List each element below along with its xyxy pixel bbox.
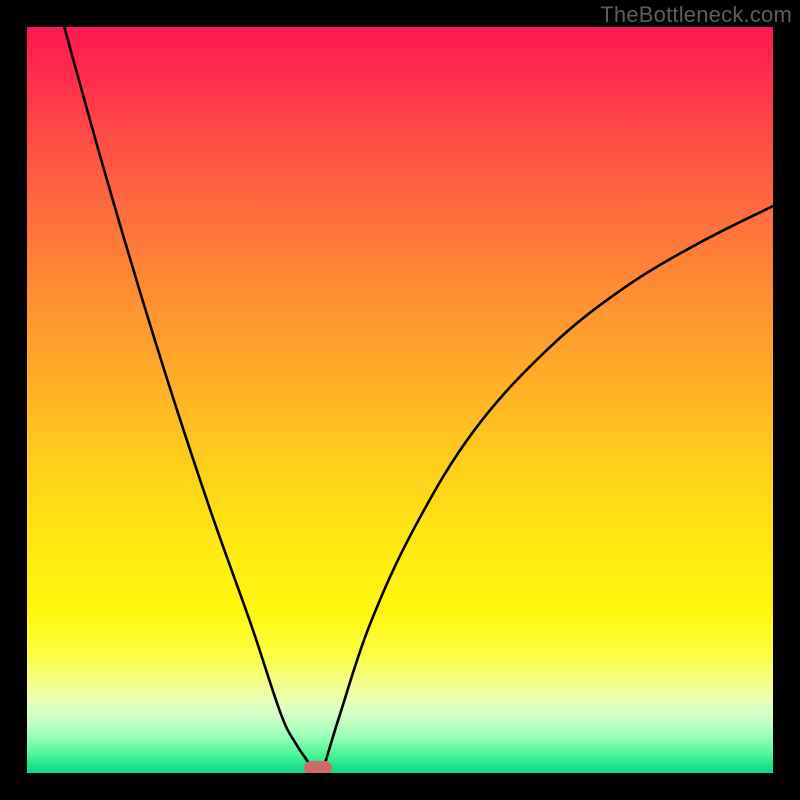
plot-area [27, 27, 773, 773]
bottleneck-curve [27, 27, 773, 773]
optimum-marker [304, 761, 332, 773]
curve-left-branch [64, 27, 314, 773]
watermark-text: TheBottleneck.com [600, 2, 792, 28]
chart-frame: TheBottleneck.com [0, 0, 800, 800]
curve-right-branch [322, 206, 773, 773]
